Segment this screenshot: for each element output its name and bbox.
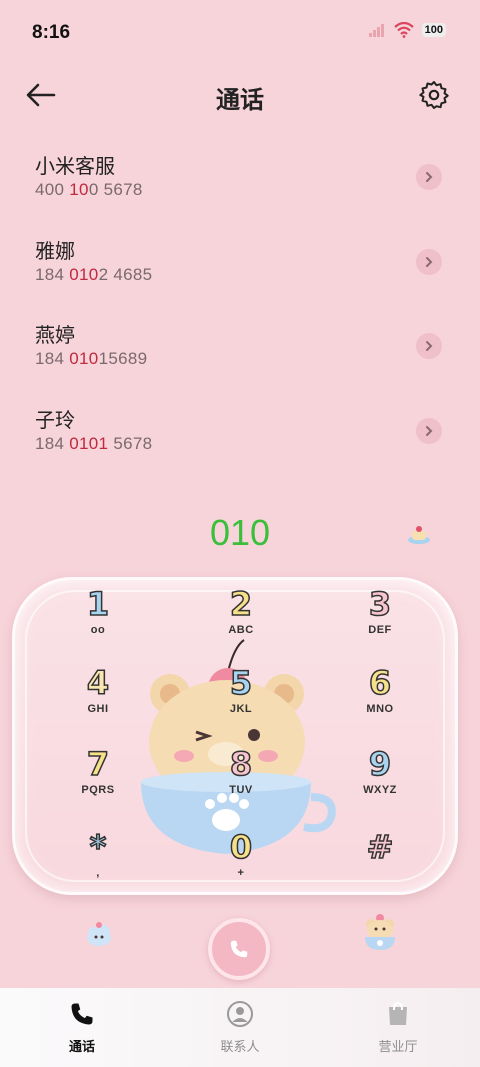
header: 通话 [0,70,480,120]
nav-label: 营业厅 [378,1040,418,1055]
status-time: 8:16 [32,22,71,43]
status-bar: 8:16 100 [0,0,480,66]
key-6[interactable]: 6 MNO [330,664,430,735]
nav-label: 联系人 [220,1040,260,1055]
cloud-character-icon[interactable] [84,920,114,950]
contact-name: 小米客服 [35,154,115,178]
contact-name: 雅娜 [35,239,75,263]
key-7[interactable]: 7 PQRS [48,745,148,816]
contact-item[interactable]: 雅娜 184 0102 4685 [0,235,480,307]
page-title: 通话 [216,86,264,114]
chevron-right-icon[interactable] [416,249,442,275]
cake-sticker-icon[interactable] [406,523,432,545]
call-row [0,912,480,982]
bear-cup-sticker-icon[interactable] [360,912,400,952]
key-0[interactable]: 0 + [191,828,291,899]
phone-icon [71,1003,93,1025]
nav-item-service-hall[interactable]: 营业厅 [348,1000,448,1055]
key-star[interactable]: * , [48,828,148,899]
nav-item-calls[interactable]: 通话 [32,1000,132,1055]
battery-indicator: 100 [421,23,446,37]
call-button[interactable] [208,918,270,980]
status-icons: 100 [368,22,446,38]
key-5[interactable]: 5 JKL [191,664,291,735]
contact-number: 184 01015689 [35,349,148,368]
contact-name: 燕婷 [35,323,75,347]
nav-item-contacts[interactable]: 联系人 [190,1000,290,1055]
chevron-right-icon[interactable] [416,333,442,359]
gear-icon[interactable] [418,79,450,111]
nav-label: 通话 [68,1040,95,1055]
contact-item[interactable]: 子玲 184 0101 5678 [0,404,480,476]
chevron-right-icon[interactable] [416,418,442,444]
phone-icon [230,940,248,958]
key-hash[interactable]: # [330,828,430,899]
chevron-right-icon[interactable] [416,164,442,190]
signal-icon [368,24,384,37]
person-icon [227,1001,253,1027]
contact-number: 184 0101 5678 [35,434,153,453]
contact-item[interactable]: 燕婷 184 01015689 [0,319,480,391]
wifi-icon [393,22,414,38]
shopping-bag-icon [389,1001,407,1025]
key-4[interactable]: 4 GHI [48,664,148,735]
bottom-nav: 通话 联系人 营业厅 [0,988,480,1067]
key-3[interactable]: 3 DEF [330,585,430,656]
contact-number: 184 0102 4685 [35,265,153,284]
contact-name: 子玲 [35,408,75,432]
key-2[interactable]: 2 ABC [191,585,291,656]
key-1[interactable]: 1 oo [48,585,148,656]
contact-number: 400 100 5678 [35,180,143,199]
contact-item[interactable]: 小米客服 400 100 5678 [0,150,480,222]
key-8[interactable]: 8 TUV [191,745,291,816]
key-9[interactable]: 9 WXYZ [330,745,430,816]
